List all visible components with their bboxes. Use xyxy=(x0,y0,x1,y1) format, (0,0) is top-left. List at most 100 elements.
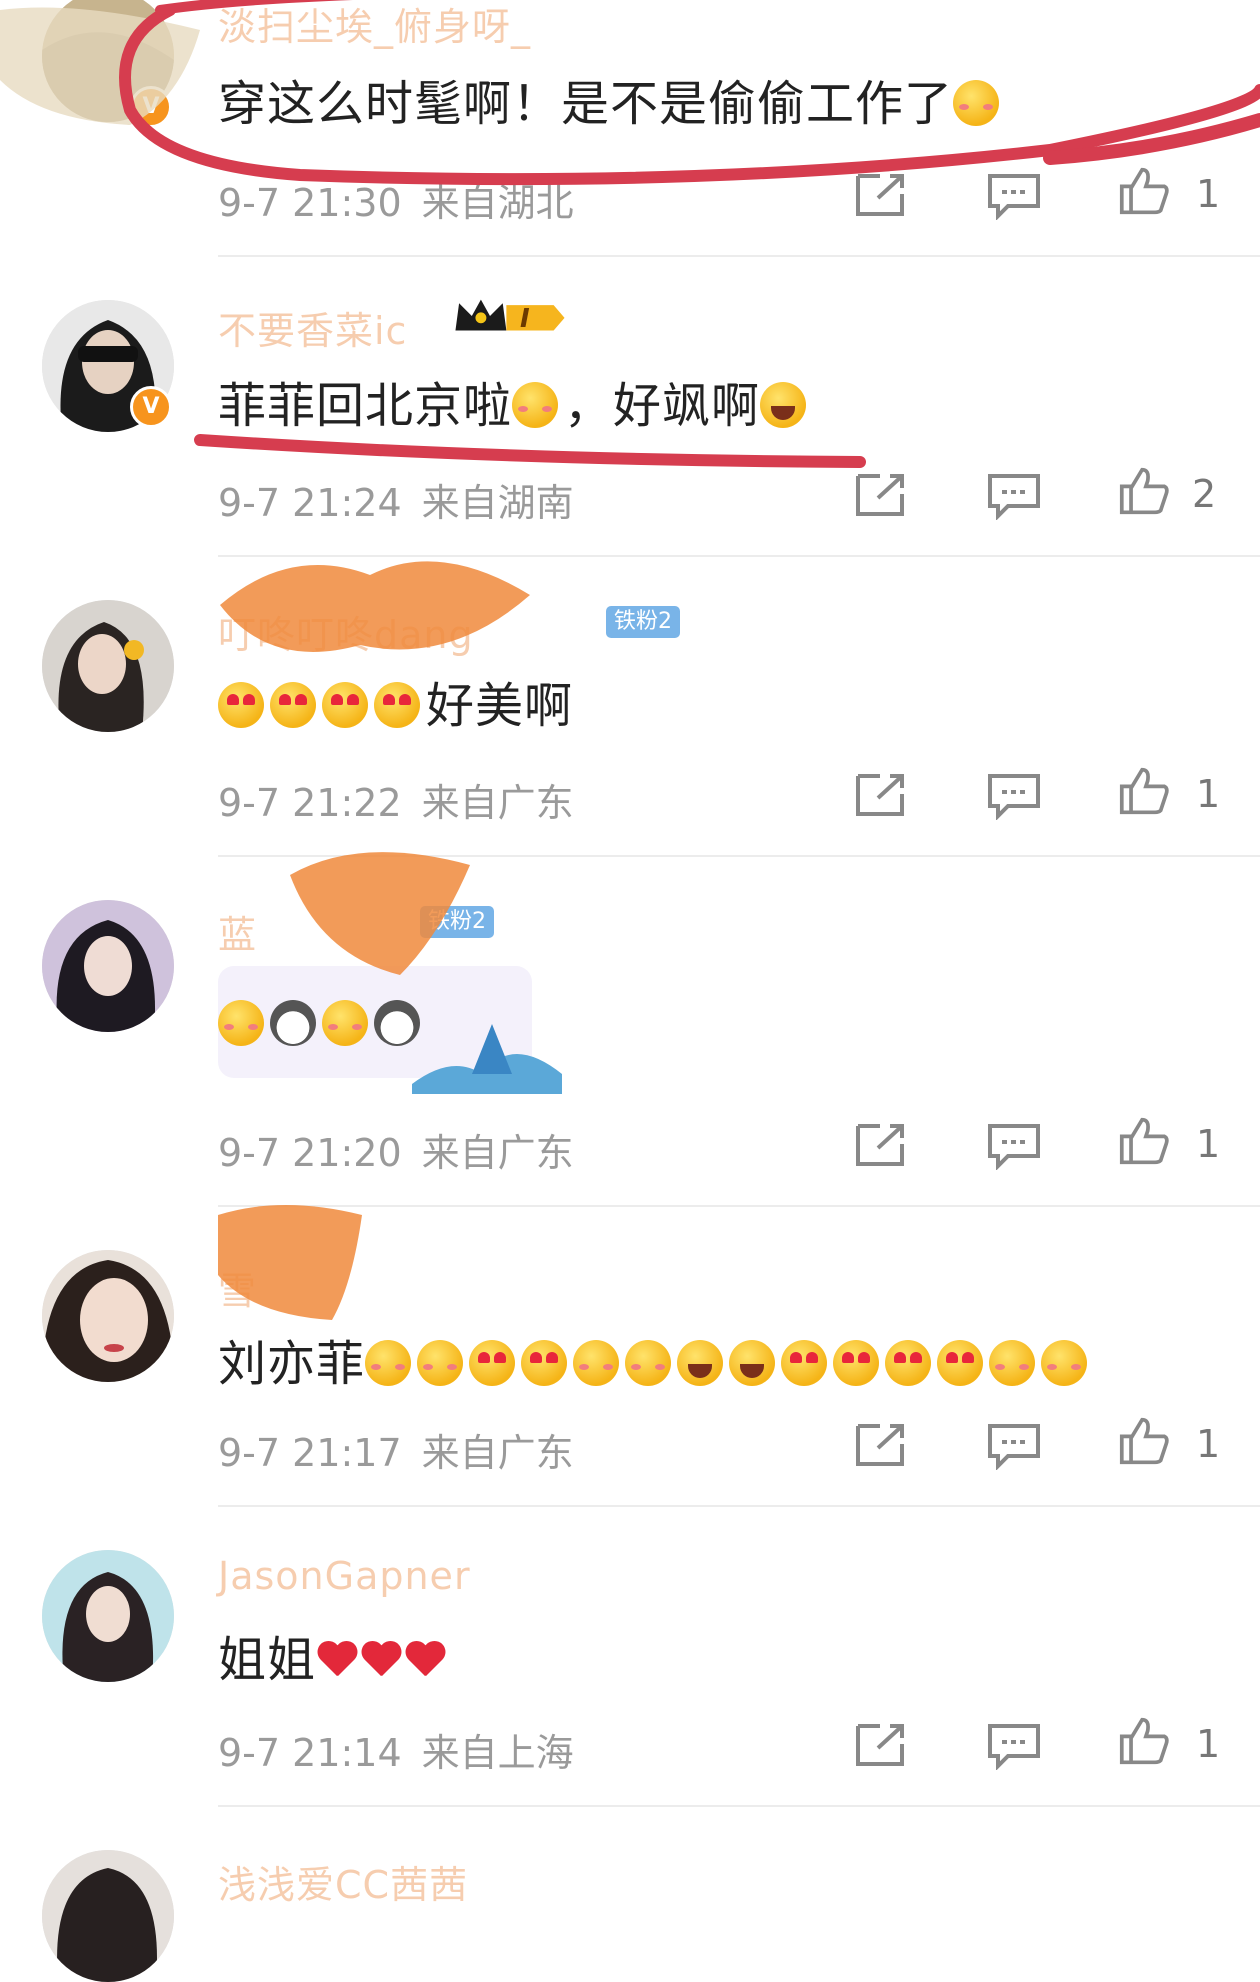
divider xyxy=(218,255,1260,257)
like-count: 1 xyxy=(1196,1122,1221,1166)
heart-eyes-emoji-icon xyxy=(270,682,316,728)
repost-icon[interactable] xyxy=(850,170,910,220)
divider xyxy=(218,1805,1260,1807)
shy-emoji-icon xyxy=(1041,1340,1088,1386)
avatar[interactable] xyxy=(42,1550,174,1682)
wave-decoration-icon xyxy=(412,1024,562,1094)
repost-icon[interactable] xyxy=(850,1420,910,1470)
timestamp: 9-7 21:17 xyxy=(218,1431,402,1475)
verified-badge: V xyxy=(130,86,172,128)
like-count: 1 xyxy=(1196,1422,1221,1466)
comment-text: 刘亦菲 xyxy=(218,1324,1093,1394)
like-count: 1 xyxy=(1196,172,1221,216)
username[interactable]: 叮咚叮咚dang xyxy=(218,604,474,659)
comment-list: V 淡扫尘埃_俯身呀_ 穿这么时髦啊！是不是偷偷工作了 9-7 21:30 来自湖… xyxy=(0,0,1260,1982)
shy-emoji-icon xyxy=(989,1340,1036,1386)
like-count: 2 xyxy=(1192,472,1217,516)
comment-text: 菲菲回北京啦 ，好飒啊 xyxy=(218,366,812,436)
thumbs-up-icon[interactable] xyxy=(1114,1716,1174,1766)
fan-badge: 铁粉2 xyxy=(420,906,494,938)
location: 来自广东 xyxy=(421,781,574,825)
verified-badge: V xyxy=(130,386,172,428)
shy-emoji-icon xyxy=(322,1000,368,1046)
repost-icon[interactable] xyxy=(850,770,910,820)
heart-icon xyxy=(360,1638,402,1680)
username[interactable]: 雪 xyxy=(218,1260,257,1315)
timestamp: 9-7 21:14 xyxy=(218,1731,402,1775)
shy-emoji-icon xyxy=(365,1340,412,1386)
username[interactable]: JasonGapner xyxy=(218,1554,471,1598)
username[interactable]: 淡扫尘埃_俯身呀_ xyxy=(218,0,531,51)
heart-eyes-emoji-icon xyxy=(833,1340,880,1386)
comment-item: JasonGapner 姐姐 9-7 21:14 来自上海 1 xyxy=(0,1550,1260,1850)
heart-eyes-emoji-icon xyxy=(937,1340,984,1386)
comment-meta: 9-7 21:24 来自湖南 xyxy=(218,472,594,527)
like-count: 1 xyxy=(1196,1722,1221,1766)
comment-item: V 不要香菜ic I 菲菲回北京啦 ，好飒啊 9-7 21:24 来自湖南 2 xyxy=(0,299,1260,600)
comment-meta: 9-7 21:17 来自广东 xyxy=(218,1422,594,1477)
laugh-emoji-icon xyxy=(760,382,807,428)
shy-emoji-icon xyxy=(218,1000,264,1046)
thumbs-up-icon[interactable] xyxy=(1114,766,1174,816)
location: 来自广东 xyxy=(421,1131,574,1175)
heart-icon xyxy=(404,1638,446,1680)
heart-icon xyxy=(316,1638,358,1680)
username[interactable]: 浅浅爱CC茜茜 xyxy=(218,1854,468,1909)
thumbs-up-icon[interactable] xyxy=(1114,466,1174,516)
divider xyxy=(218,1205,1260,1207)
timestamp: 9-7 21:24 xyxy=(218,481,402,525)
heart-eyes-emoji-icon xyxy=(469,1340,516,1386)
location: 来自湖北 xyxy=(421,181,574,225)
heart-eyes-emoji-icon xyxy=(322,682,368,728)
comment-item: 浅浅爱CC茜茜 xyxy=(0,1850,1260,1982)
level-badge-icon xyxy=(455,299,565,331)
comment-item: 蓝 铁粉2 9-7 21:20 来自广东 1 xyxy=(0,900,1260,1250)
avatar[interactable] xyxy=(42,600,174,732)
thumbs-up-icon[interactable] xyxy=(1114,1416,1174,1466)
location: 来自上海 xyxy=(421,1731,574,1775)
comment-icon[interactable] xyxy=(984,1420,1044,1470)
comment-meta: 9-7 21:14 来自上海 xyxy=(218,1722,594,1777)
fan-badge: 铁粉2 xyxy=(606,606,680,638)
heart-eyes-emoji-icon xyxy=(218,682,264,728)
repost-icon[interactable] xyxy=(850,1120,910,1170)
laugh-emoji-icon xyxy=(677,1340,724,1386)
cat-emoji-icon xyxy=(270,1000,316,1046)
timestamp: 9-7 21:22 xyxy=(218,781,402,825)
heart-eyes-emoji-icon xyxy=(885,1340,932,1386)
divider xyxy=(218,555,1260,557)
comment-meta: 9-7 21:20 来自广东 xyxy=(218,1122,594,1177)
shy-emoji-icon xyxy=(953,80,1000,126)
comment-text: 穿这么时髦啊！是不是偷偷工作了 xyxy=(218,64,1005,134)
comment-text xyxy=(218,996,426,1052)
thumbs-up-icon[interactable] xyxy=(1114,1116,1174,1166)
comment-icon[interactable] xyxy=(984,470,1044,520)
username[interactable]: 不要香菜ic xyxy=(218,300,407,355)
comment-icon[interactable] xyxy=(984,1720,1044,1770)
repost-icon[interactable] xyxy=(850,1720,910,1770)
avatar[interactable] xyxy=(42,900,174,1032)
avatar[interactable] xyxy=(42,1250,174,1382)
shy-emoji-icon xyxy=(512,382,559,428)
divider xyxy=(218,855,1260,857)
thumbs-up-icon[interactable] xyxy=(1114,166,1174,216)
comment-meta: 9-7 21:22 来自广东 xyxy=(218,772,594,827)
shy-emoji-icon xyxy=(573,1340,620,1386)
comment-item: 雪 刘亦菲 9-7 21:17 来自广东 1 xyxy=(0,1250,1260,1550)
location: 来自广东 xyxy=(421,1431,574,1475)
comment-icon[interactable] xyxy=(984,770,1044,820)
avatar[interactable] xyxy=(42,1850,174,1982)
comment-icon[interactable] xyxy=(984,170,1044,220)
timestamp: 9-7 21:30 xyxy=(218,181,402,225)
shy-emoji-icon xyxy=(625,1340,672,1386)
divider xyxy=(218,1505,1260,1507)
location: 来自湖南 xyxy=(421,481,574,525)
comment-text: 姐姐 xyxy=(218,1620,448,1690)
comment-icon[interactable] xyxy=(984,1120,1044,1170)
heart-eyes-emoji-icon xyxy=(781,1340,828,1386)
username[interactable]: 蓝 xyxy=(218,904,257,959)
heart-eyes-emoji-icon xyxy=(374,682,420,728)
shy-emoji-icon xyxy=(417,1340,464,1386)
level-text: I xyxy=(520,304,530,334)
repost-icon[interactable] xyxy=(850,470,910,520)
